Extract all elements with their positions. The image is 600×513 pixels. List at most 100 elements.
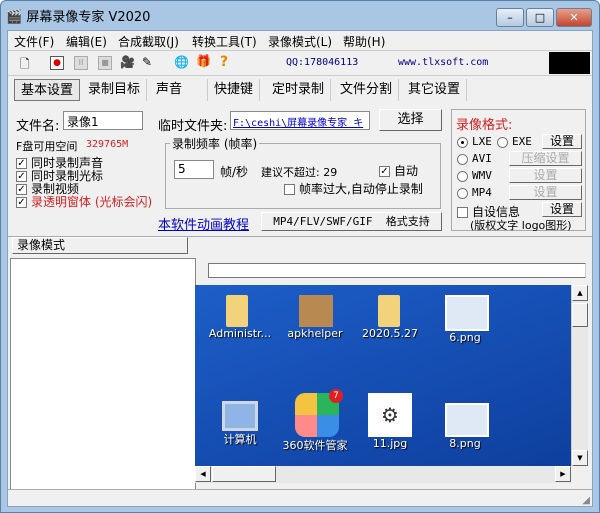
resize-grip-icon[interactable]: ◢	[582, 495, 590, 506]
radio	[457, 153, 468, 165]
record-icon[interactable]: ●	[50, 56, 64, 70]
mode-list-panel[interactable]	[10, 258, 196, 490]
desktop-icon-computer[interactable]: 计算机	[200, 401, 280, 447]
folder-icon	[378, 295, 400, 327]
radio-avi[interactable]: AVI	[457, 152, 492, 165]
qq-text: QQ:178046113	[286, 57, 359, 68]
lxe-settings-button[interactable]: 设置	[542, 134, 582, 149]
checkbox[interactable]: ✓	[16, 171, 27, 182]
radio-wmv[interactable]: WMV	[457, 169, 492, 182]
choose-button[interactable]: 选择	[379, 109, 442, 131]
filename-input[interactable]: 录像1	[63, 111, 143, 130]
custom-info-note: (版权文字 logo图形)	[470, 219, 572, 232]
radio	[457, 170, 468, 182]
format-group: 录像格式: LXE EXE 设置 AVI 压缩设置 WMV 设置 MP4 设置 …	[451, 109, 586, 232]
fps-input[interactable]: 5	[174, 160, 214, 179]
desktop-icon-360[interactable]: 7 360软件管家	[275, 389, 355, 453]
fps-unit: 帧/秒	[220, 165, 249, 179]
vertical-scrollbar[interactable]: ▲ ▼	[571, 285, 588, 466]
format-support-button[interactable]: MP4/FLV/SWF/GIF 格式支持	[261, 212, 442, 231]
image-thumbnail-icon	[445, 403, 489, 437]
desktop-icon-administrator[interactable]: Administr...	[200, 295, 280, 340]
tab-hotkey[interactable]: 快捷键	[208, 79, 261, 101]
checkbox[interactable]: ✓	[16, 197, 27, 208]
tab-schedule[interactable]: 定时录制	[266, 79, 332, 101]
preview-box	[549, 52, 590, 74]
scroll-down-button[interactable]: ▼	[572, 450, 588, 466]
desktop-icon-8png[interactable]: 8.png	[425, 403, 505, 450]
app-manager-icon: 7	[295, 389, 343, 437]
desktop-icon-folder[interactable]: 2020.5.27	[350, 295, 430, 340]
scroll-thumb[interactable]	[212, 466, 276, 482]
checkbox[interactable]: ✓	[16, 184, 27, 195]
tab-other[interactable]: 其它设置	[402, 79, 468, 101]
auto-checkbox[interactable]: ✓ 自动	[379, 162, 418, 179]
tab-target[interactable]: 录制目标	[82, 79, 148, 101]
close-button[interactable]: ✕	[556, 8, 592, 27]
filename-label: 文件名:	[16, 119, 60, 134]
new-icon[interactable]: 🗋	[20, 55, 30, 76]
menu-file[interactable]: 文件(F)	[14, 33, 54, 50]
fps-group-title: 录制频率 (帧率)	[170, 135, 260, 152]
checkbox[interactable]: ✓	[16, 158, 27, 169]
window-title: 🎬 屏幕录像专家 V2020	[6, 10, 151, 25]
image-icon: ⚙	[368, 393, 412, 437]
horizontal-scrollbar[interactable]: ◀ ▶	[195, 466, 571, 483]
custom-info-settings-button[interactable]: 设置	[542, 202, 582, 217]
disk-label: F盘可用空间	[16, 140, 78, 153]
client-area: 文件(F) 编辑(E) 合成截取(J) 转换工具(T) 录像模式(L) 帮助(H…	[7, 30, 593, 507]
auto-stop-checkbox[interactable]: 帧率过大,自动停止录制	[284, 180, 423, 197]
app-icon: 🎬	[6, 10, 23, 25]
gift-icon[interactable]: 🎁	[196, 54, 211, 68]
pen-icon[interactable]: ✎	[142, 55, 152, 69]
option-transparent[interactable]: ✓ 录透明窗体 (光标会闪)	[16, 196, 152, 209]
tab-split[interactable]: 文件分割	[334, 79, 400, 101]
format-title: 录像格式:	[456, 118, 513, 133]
stop-icon[interactable]: ■	[98, 56, 112, 70]
radio-exe[interactable]: EXE	[497, 135, 532, 148]
tab-record-mode[interactable]: 录像模式	[12, 237, 188, 254]
menu-compose[interactable]: 合成截取(J)	[118, 33, 179, 50]
checkbox	[284, 184, 295, 195]
image-thumbnail-icon	[445, 295, 489, 331]
package-icon	[299, 295, 333, 327]
status-bar: ◢	[8, 489, 592, 506]
badge: 7	[329, 389, 343, 403]
menu-bar: 文件(F) 编辑(E) 合成截取(J) 转换工具(T) 录像模式(L) 帮助(H…	[8, 31, 592, 49]
desktop-preview[interactable]: Administr... apkhelper 2020.5.27 6.png 计…	[195, 285, 571, 466]
user-folder-icon	[226, 295, 248, 327]
fps-suggest: 建议不超过: 29	[261, 166, 338, 179]
mp4-settings-button[interactable]: 设置	[509, 185, 582, 200]
maximize-button[interactable]: □	[526, 8, 554, 27]
desktop-icon-6png[interactable]: 6.png	[425, 295, 505, 344]
scroll-thumb[interactable]	[572, 303, 588, 327]
menu-edit[interactable]: 编辑(E)	[66, 33, 107, 50]
options-list: ✓ 同时录制声音 ✓ 同时录制光标 ✓ 录制视频 ✓ 录透明窗体 (光标会闪)	[16, 157, 152, 209]
disk-value: 329765M	[86, 139, 129, 150]
scroll-right-button[interactable]: ▶	[555, 466, 571, 482]
scroll-left-button[interactable]: ◀	[195, 466, 211, 482]
scroll-up-button[interactable]: ▲	[572, 285, 588, 301]
menu-help[interactable]: 帮助(H)	[343, 33, 385, 50]
computer-icon	[222, 401, 258, 431]
minimize-button[interactable]: –	[496, 8, 524, 27]
website-link[interactable]: www.tlxsoft.com	[398, 57, 488, 68]
tutorial-link[interactable]: 本软件动画教程	[158, 214, 249, 233]
tab-basic[interactable]: 基本设置	[14, 79, 81, 101]
help-icon[interactable]: ?	[220, 54, 228, 70]
desktop-icon-apkhelper[interactable]: apkhelper	[275, 295, 355, 340]
radio-lxe[interactable]: LXE	[457, 135, 492, 148]
radio	[497, 136, 508, 148]
radio-mp4[interactable]: MP4	[457, 186, 492, 199]
camera-icon[interactable]: 🎥	[120, 55, 135, 69]
menu-convert[interactable]: 转换工具(T)	[192, 33, 257, 50]
desktop-icon-11jpg[interactable]: ⚙ 11.jpg	[350, 393, 430, 450]
wmv-settings-button[interactable]: 设置	[509, 168, 582, 183]
compress-settings-button[interactable]: 压缩设置	[509, 151, 582, 166]
pause-icon[interactable]: II	[74, 56, 88, 70]
tempdir-input[interactable]: F:\ceshi\屏幕录像专家 キ	[230, 111, 370, 130]
menu-record-mode[interactable]: 录像模式(L)	[268, 33, 332, 50]
radio	[457, 136, 468, 148]
tab-sound[interactable]: 声音	[150, 79, 208, 101]
globe-icon[interactable]: 🌐	[174, 55, 189, 69]
